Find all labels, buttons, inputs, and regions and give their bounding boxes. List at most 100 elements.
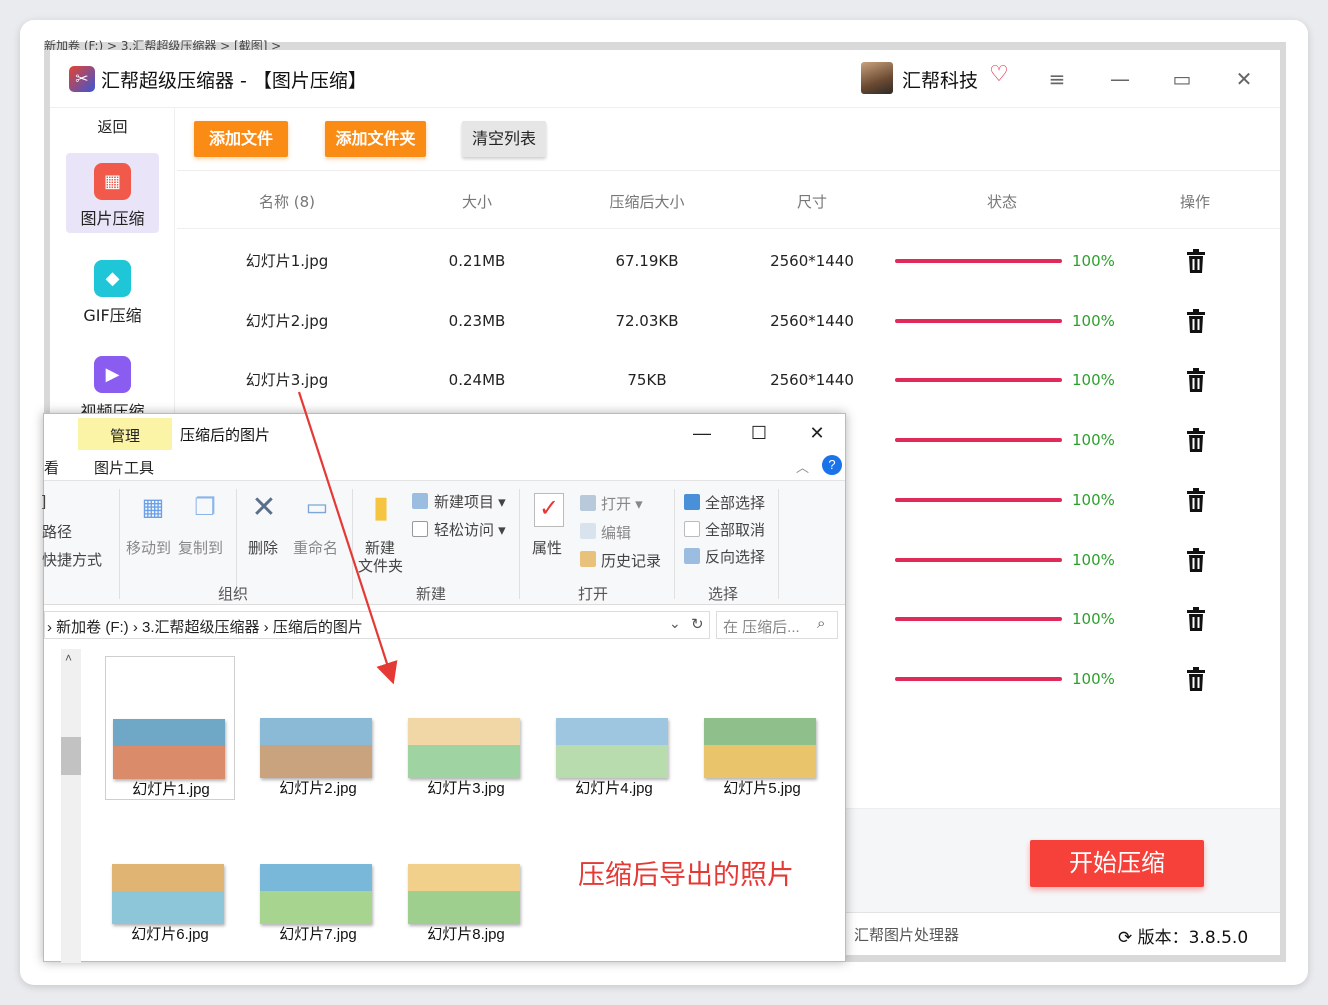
add-file-button[interactable]: 添加文件	[194, 121, 288, 157]
trash-icon[interactable]	[1185, 666, 1207, 691]
clear-list-button[interactable]: 清空列表	[462, 121, 546, 157]
address-path: › 新加卷 (F:) › 3.汇帮超级压缩器 › 压缩后的图片	[47, 619, 363, 636]
easy-access-button[interactable]: 轻松访问 ▾	[434, 519, 506, 540]
image-thumbnail	[408, 864, 520, 924]
file-thumbnail[interactable]: 幻灯片2.jpg	[253, 656, 383, 800]
invert-selection-button[interactable]: 反向选择	[705, 546, 765, 567]
row-dimensions: 2560*1440	[770, 252, 854, 270]
group-open: 打开	[578, 586, 609, 603]
refresh-icon[interactable]: ↻	[691, 615, 704, 633]
trash-icon[interactable]	[1185, 249, 1207, 273]
image-thumbnail	[260, 864, 372, 924]
open-icon	[580, 495, 596, 511]
open-button[interactable]: 打开 ▾	[601, 493, 643, 514]
edit-button[interactable]: 编辑	[601, 522, 631, 543]
title-bar: ✂ 汇帮超级压缩器 - 【图片压缩】 汇帮科技 ♡ ≡ — ▭ ✕	[50, 50, 1280, 108]
edit-icon	[580, 523, 596, 539]
file-thumbnail[interactable]: 幻灯片8.jpg	[401, 802, 531, 946]
file-thumbnail[interactable]: 幻灯片1.jpg	[105, 656, 235, 800]
refresh-icon: ⟳	[1118, 928, 1133, 948]
table-row[interactable]: 幻灯片2.jpg 0.23MB 72.03KB 2560*1440 100%	[177, 291, 1280, 351]
row-size: 0.21MB	[448, 252, 506, 270]
sidebar-item-image-compress[interactable]: ▦ 图片压缩	[66, 153, 159, 233]
scrollbar-thumb[interactable]	[61, 737, 81, 775]
file-name: 幻灯片4.jpg	[575, 780, 653, 797]
explorer-close-button[interactable]: ✕	[802, 420, 832, 446]
explorer-minimize-button[interactable]: —	[687, 420, 717, 446]
file-thumbnail[interactable]: 幻灯片6.jpg	[105, 802, 235, 946]
table-row[interactable]: 幻灯片3.jpg 0.24MB 75KB 2560*1440 100%	[177, 350, 1280, 410]
scrollbar-track[interactable]: ˄	[61, 649, 81, 963]
minimize-button[interactable]: —	[1103, 62, 1137, 96]
ribbon-copy-path[interactable]: 路径	[42, 521, 72, 542]
tab-manage[interactable]: 管理	[78, 418, 172, 450]
tab-view[interactable]: 看	[44, 457, 59, 478]
new-item-button[interactable]: 新建项目 ▾	[434, 491, 506, 512]
ribbon-item-partial[interactable]: ]	[42, 493, 46, 510]
select-all-button[interactable]: 全部选择	[705, 492, 765, 513]
progress-bar	[895, 676, 1062, 681]
group-select: 选择	[708, 586, 739, 603]
explorer-maximize-button[interactable]: ☐	[744, 420, 774, 446]
file-name: 幻灯片5.jpg	[723, 780, 801, 797]
file-thumbnail[interactable]: 幻灯片4.jpg	[549, 656, 679, 800]
row-name: 幻灯片3.jpg	[245, 371, 329, 390]
trash-icon[interactable]	[1185, 607, 1207, 632]
delete-x-icon: ✕	[251, 491, 277, 524]
rename-icon: ▭	[305, 494, 329, 521]
table-row[interactable]: 幻灯片1.jpg 0.21MB 67.19KB 2560*1440 100%	[177, 231, 1280, 291]
status-bar: 汇帮图片处理器 ⟳ 版本：3.8.5.0	[846, 912, 1280, 955]
row-compressed-size: 75KB	[627, 371, 667, 390]
address-bar[interactable]: › 新加卷 (F:) › 3.汇帮超级压缩器 › 压缩后的图片 ⌄ ↻	[44, 611, 710, 639]
chevron-up-icon[interactable]: ︿	[796, 457, 809, 476]
new-folder-button-line2[interactable]: 文件夹	[358, 555, 403, 576]
move-to-button[interactable]: 移动到	[126, 537, 171, 558]
maximize-button[interactable]: ▭	[1165, 62, 1199, 96]
close-button[interactable]: ✕	[1227, 62, 1261, 96]
file-name: 幻灯片6.jpg	[131, 926, 209, 943]
trash-icon[interactable]	[1185, 368, 1207, 393]
trash-icon[interactable]	[1185, 547, 1207, 572]
sidebar-item-gif-compress[interactable]: ◆ GIF压缩	[66, 250, 159, 330]
back-button[interactable]: 返回	[50, 116, 175, 137]
progress-bar	[895, 438, 1062, 443]
menu-icon[interactable]: ≡	[1040, 62, 1074, 96]
add-folder-button[interactable]: 添加文件夹	[325, 121, 426, 157]
status-app-name: 汇帮图片处理器	[854, 926, 960, 944]
start-compress-button[interactable]: 开始压缩	[1030, 840, 1204, 887]
version-label[interactable]: ⟳ 版本：3.8.5.0	[1118, 923, 1248, 948]
progress-percent: 100%	[1072, 371, 1115, 390]
select-none-button[interactable]: 全部取消	[705, 519, 765, 540]
ribbon-paste-shortcut[interactable]: 快捷方式	[42, 549, 102, 570]
header-compressed-size: 压缩后大小	[609, 193, 685, 211]
row-compressed-size: 72.03KB	[615, 311, 679, 330]
properties-button[interactable]: 属性	[532, 537, 562, 558]
user-avatar[interactable]	[861, 62, 893, 94]
select-all-icon	[684, 494, 700, 510]
trash-icon[interactable]	[1185, 308, 1207, 333]
file-thumbnail[interactable]: 幻灯片5.jpg	[697, 656, 827, 800]
image-thumbnail	[556, 718, 668, 778]
history-button[interactable]: 历史记录	[601, 550, 661, 571]
vip-diamond-icon[interactable]: ♡	[986, 62, 1012, 88]
sidebar-item-label: 图片压缩	[80, 209, 145, 228]
trash-icon[interactable]	[1185, 487, 1207, 512]
tab-picture-tools[interactable]: 图片工具	[94, 457, 154, 478]
progress-bar	[895, 318, 1062, 323]
invert-selection-icon	[684, 548, 700, 564]
delete-button[interactable]: 删除	[248, 537, 278, 558]
file-thumbnail[interactable]: 幻灯片3.jpg	[401, 656, 531, 800]
help-icon[interactable]: ?	[822, 455, 842, 475]
image-thumbnail	[408, 718, 520, 778]
rename-button[interactable]: 重命名	[293, 537, 338, 558]
search-input[interactable]: 在 压缩后... ⌕	[716, 611, 838, 639]
ribbon-separator	[119, 489, 120, 599]
trash-icon[interactable]	[1185, 428, 1207, 453]
chevron-down-icon[interactable]: ⌄	[669, 615, 681, 632]
ribbon-separator	[519, 489, 520, 599]
copy-to-button[interactable]: 复制到	[178, 537, 223, 558]
ribbon-separator	[778, 489, 779, 599]
table-header: 名称 (8) 大小 压缩后大小 尺寸 状态 操作	[177, 171, 1280, 229]
file-thumbnail[interactable]: 幻灯片7.jpg	[253, 802, 383, 946]
scroll-up-icon[interactable]: ˄	[65, 651, 72, 665]
